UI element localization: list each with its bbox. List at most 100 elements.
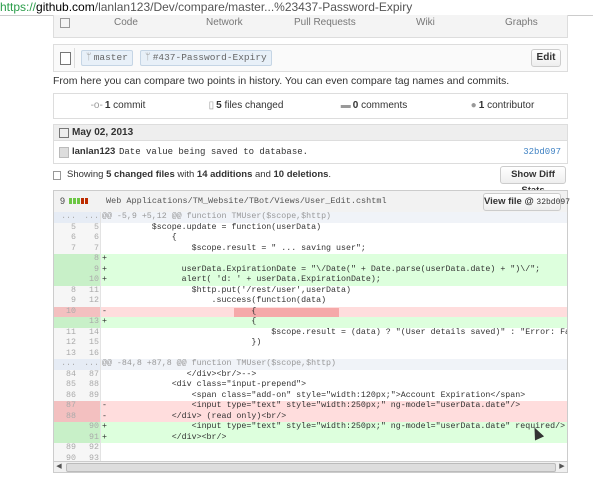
- stat-contributors[interactable]: ● 1 contributor: [438, 94, 567, 118]
- diff-code: $http.put('/rest/user',userData): [102, 285, 351, 295]
- compare-icon: [60, 52, 71, 65]
- old-line-number[interactable]: 12: [54, 338, 76, 349]
- old-line-number[interactable]: 88: [54, 412, 76, 423]
- new-line-number[interactable]: 8: [77, 254, 99, 265]
- diff-line-context: 11 14 $scope.result = (data) ? "(User det…: [54, 327, 567, 339]
- old-line-number[interactable]: 6: [54, 233, 76, 244]
- compare-range-bar: ᛘmaster ... ᛘ#437-Password-Expiry Edit: [53, 44, 568, 72]
- diff-line-added: 91 + </div><br/>: [54, 432, 567, 444]
- diff-code: + userData.ExpirationDate = "\/Date(" + …: [102, 264, 541, 274]
- new-line-number[interactable]: 89: [77, 391, 99, 402]
- diff-code: <span class="add-on" style="width:120px;…: [102, 390, 526, 400]
- diff-code: + <input type="text" style="width:250px;…: [102, 422, 566, 431]
- new-line-number[interactable]: 12: [77, 296, 99, 307]
- old-line-number[interactable]: 84: [54, 370, 76, 381]
- old-line-number[interactable]: 7: [54, 244, 76, 255]
- old-line-number[interactable]: 8: [54, 286, 76, 297]
- new-line-number[interactable]: ...: [77, 212, 99, 223]
- compare-stats-bar: -o- 1 commit ▯ 5 files changed ▬ 0 comments…: [53, 93, 568, 119]
- tab-wiki[interactable]: Wiki: [416, 17, 435, 28]
- diff-code: </div><br/>-->: [102, 369, 257, 379]
- new-line-number[interactable]: 5: [77, 223, 99, 234]
- diff-line-added: 9 + userData.ExpirationDate = "\/Date(" +…: [54, 264, 567, 276]
- comment-icon: ▬: [340, 100, 351, 111]
- horizontal-scrollbar[interactable]: ◀ ▶: [53, 461, 568, 473]
- diff-code: +: [102, 254, 107, 263]
- stat-commits[interactable]: -o- 1 commit: [54, 94, 182, 118]
- commit-icon: -o-: [90, 100, 103, 111]
- person-icon: ●: [470, 100, 477, 111]
- diff-code: + </div><br/>: [102, 432, 227, 442]
- base-branch[interactable]: ᛘ master: [81, 50, 133, 66]
- new-line-number[interactable]: 6: [77, 233, 99, 244]
- diff-code: + alert( 'd: ' + userData.ExpirationDate…: [102, 275, 381, 284]
- old-line-number[interactable]: 13: [54, 349, 76, 360]
- diff-view: ...... @@ -5,9 +5,12 @@ function TMUser($…: [53, 212, 568, 461]
- url-host: github.com: [36, 0, 95, 14]
- old-line-number[interactable]: 90: [54, 454, 76, 462]
- tab-network[interactable]: Network: [206, 17, 243, 28]
- old-line-number[interactable]: ...: [54, 359, 76, 370]
- new-line-number[interactable]: 90: [77, 422, 99, 433]
- diff-hunk-header: ...... @@ -5,9 +5,12 @@ function TMUser($…: [54, 212, 567, 223]
- tab-pull-requests[interactable]: Pull Requests: [294, 17, 356, 28]
- new-line-number[interactable]: 14: [77, 328, 99, 339]
- commit-row[interactable]: lanlan123 Date value being saved to data…: [54, 141, 567, 163]
- show-diff-stats-button[interactable]: Show Diff Stats: [500, 166, 566, 196]
- diff-code: }): [102, 338, 262, 347]
- stat-files-changed[interactable]: ▯ 5 files changed: [182, 94, 310, 118]
- old-line-number[interactable]: 87: [54, 401, 76, 412]
- diff-line-context: 84 87 </div><br/>-->: [54, 369, 567, 381]
- new-line-number[interactable]: 7: [77, 244, 99, 255]
- head-branch[interactable]: ᛘ #437-Password-Expiry: [140, 50, 272, 66]
- url-scheme: https://: [0, 0, 37, 14]
- diff-line-context: 85 88 <div class="input-prepend">: [54, 380, 567, 391]
- tab-graphs[interactable]: Graphs: [505, 17, 538, 28]
- commit-author[interactable]: lanlan123: [72, 141, 115, 163]
- old-line-number[interactable]: ...: [54, 212, 76, 223]
- diff-summary: Showing 5 changed files with 14 addition…: [53, 166, 566, 196]
- new-line-number[interactable]: 11: [77, 286, 99, 297]
- diffstat-block: [81, 198, 84, 204]
- stat-comments[interactable]: ▬ 0 comments: [310, 94, 438, 118]
- new-line-number[interactable]: 10: [77, 275, 99, 286]
- url-path: /lanlan123/Dev/compare/master...%23437-P…: [94, 0, 413, 14]
- address-bar[interactable]: https://github.com/lanlan123/Dev/compare…: [0, 0, 593, 16]
- new-line-number[interactable]: 9: [77, 265, 99, 276]
- diff-code: @@ -84,8 +87,8 @@ function TMUser($scope…: [102, 359, 337, 368]
- diff-line-context: 13 16: [54, 348, 567, 360]
- commit-message[interactable]: Date value being saved to database.: [119, 141, 308, 163]
- file-icon: ▯: [208, 100, 215, 111]
- file-header: 9 Web Applications/TM_Website/TBot/Views…: [53, 190, 570, 213]
- old-line-number[interactable]: 86: [54, 391, 76, 402]
- new-line-number[interactable]: ...: [77, 359, 99, 370]
- old-line-number[interactable]: 9: [54, 296, 76, 307]
- new-line-number[interactable]: 15: [77, 338, 99, 349]
- commit-date-header: May 02, 2013: [54, 125, 567, 141]
- tab-code[interactable]: Code: [114, 17, 138, 28]
- new-line-number[interactable]: 87: [77, 370, 99, 381]
- new-line-number[interactable]: 93: [77, 454, 99, 462]
- new-line-number[interactable]: 88: [77, 380, 99, 391]
- new-line-number[interactable]: 92: [77, 443, 99, 454]
- diff-line-context: 66 {: [54, 233, 567, 244]
- new-line-number[interactable]: 91: [77, 433, 99, 444]
- old-line-number[interactable]: 89: [54, 443, 76, 454]
- diff-code: @@ -5,9 +5,12 @@ function TMUser($scope,…: [102, 212, 332, 221]
- old-line-number[interactable]: 85: [54, 380, 76, 391]
- diff-line-added: 8 +: [54, 254, 567, 265]
- diffstat-block: [69, 198, 72, 204]
- view-file-button[interactable]: View file @ 32bd097: [483, 193, 570, 211]
- diff-line-context: 90 93: [54, 453, 567, 462]
- new-line-number[interactable]: 13: [77, 317, 99, 328]
- new-line-number[interactable]: 16: [77, 349, 99, 360]
- commit-sha-link[interactable]: 32bd097: [523, 141, 561, 163]
- scroll-right-icon[interactable]: ▶: [557, 462, 567, 472]
- diff-line-context: 12 15 }): [54, 338, 567, 349]
- old-line-number[interactable]: 10: [54, 307, 76, 318]
- edit-button[interactable]: Edit: [531, 49, 561, 67]
- old-line-number[interactable]: 11: [54, 328, 76, 339]
- scroll-left-icon[interactable]: ◀: [54, 462, 64, 472]
- scrollbar-thumb[interactable]: [66, 463, 556, 472]
- old-line-number[interactable]: 5: [54, 223, 76, 234]
